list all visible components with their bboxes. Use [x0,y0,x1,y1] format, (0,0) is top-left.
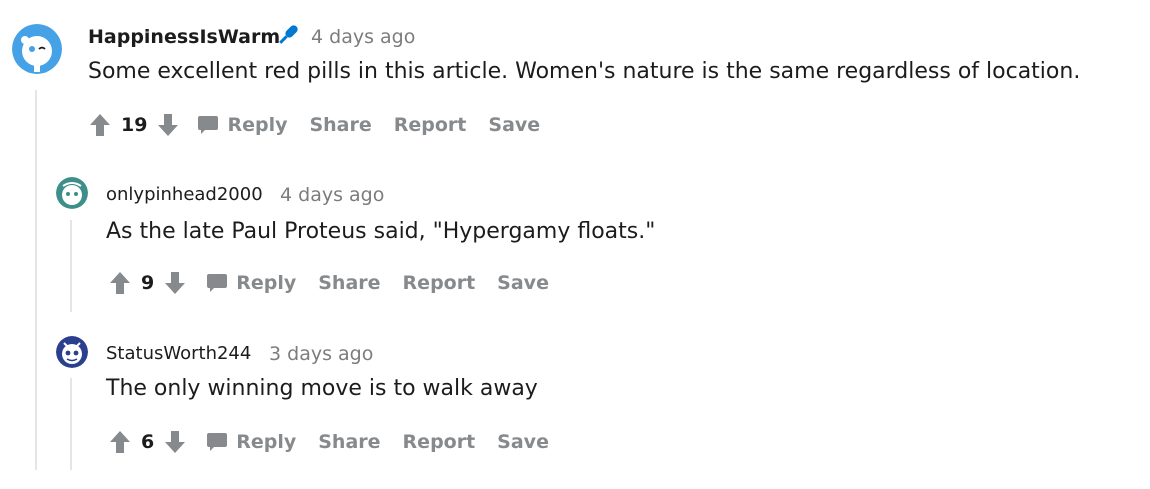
arrow-up-icon [90,114,110,136]
share-button[interactable]: Share [309,114,371,136]
reply-label: Reply [236,272,297,294]
comment-timestamp[interactable]: 3 days ago [269,343,373,365]
thread-line-reply-2[interactable] [70,378,72,470]
arrow-up-icon [110,431,130,453]
reply-button[interactable]: Reply [206,272,296,294]
report-button[interactable]: Report [403,272,476,294]
report-button[interactable]: Report [403,431,476,453]
microphone-icon [274,21,302,53]
comment-author[interactable]: HappinessIsWarm [88,26,280,48]
arrow-down-icon [165,431,186,453]
comment-actions: 9 Reply Share Report Save [107,268,571,298]
arrow-down-icon [165,272,186,294]
upvote-button[interactable] [87,110,113,140]
comment-actions: 6 Reply Share Report Save [107,427,571,457]
reply-button[interactable]: Reply [206,431,296,453]
comment-author[interactable]: StatusWorth244 [106,343,251,364]
arrow-up-icon [110,272,130,294]
save-button[interactable]: Save [488,114,540,136]
comment-body: As the late Paul Proteus said, "Hypergam… [106,219,656,244]
vote-score: 9 [141,272,155,294]
reply-button[interactable]: Reply [197,114,287,136]
upvote-button[interactable] [107,427,133,457]
share-button[interactable]: Share [318,431,380,453]
snoo-avatar-navy-icon[interactable] [56,336,88,368]
comment-actions: 19 Reply Share Report Save [87,110,562,140]
thread-line-reply-1[interactable] [70,220,72,312]
comment-author[interactable]: onlypinhead2000 [106,184,263,205]
comment-body: The only winning move is to walk away [106,376,538,401]
reply-label: Reply [236,431,297,453]
report-button[interactable]: Report [394,114,467,136]
upvote-button[interactable] [107,268,133,298]
comment-bubble-icon [197,115,219,135]
comment-body: Some excellent red pills in this article… [88,59,1081,84]
save-button[interactable]: Save [497,431,549,453]
downvote-button[interactable] [155,110,181,140]
vote-score: 19 [121,114,148,136]
thread-line-root[interactable] [35,90,37,470]
reply-label: Reply [227,114,288,136]
snoo-avatar-teal-icon[interactable] [56,177,88,209]
comment-bubble-icon [206,432,228,452]
comment-timestamp[interactable]: 4 days ago [311,26,415,48]
save-button[interactable]: Save [497,272,549,294]
downvote-button[interactable] [162,427,188,457]
vote-score: 6 [141,431,155,453]
comment-timestamp[interactable]: 4 days ago [280,184,384,206]
downvote-button[interactable] [162,268,188,298]
comment-bubble-icon [206,273,228,293]
snoo-avatar-blue-icon[interactable] [12,24,62,74]
share-button[interactable]: Share [318,272,380,294]
arrow-down-icon [158,114,179,136]
